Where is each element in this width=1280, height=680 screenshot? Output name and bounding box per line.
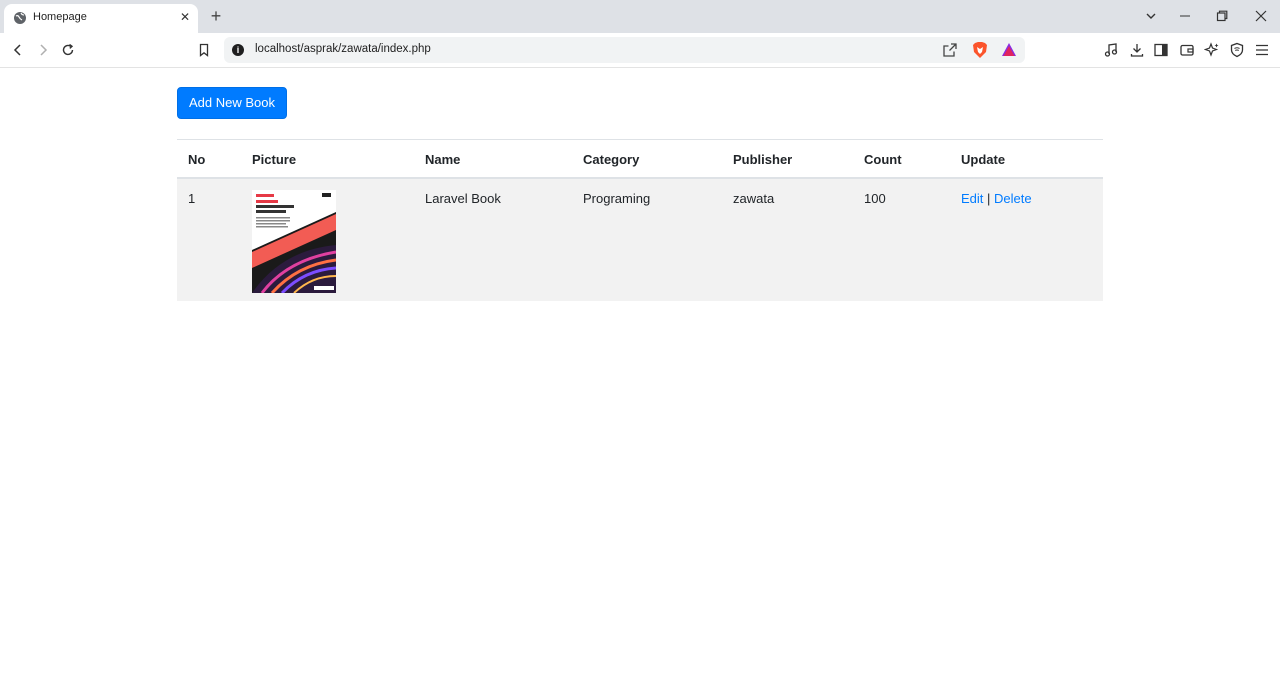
- back-icon[interactable]: [9, 41, 27, 59]
- site-info-icon[interactable]: i: [232, 44, 244, 56]
- cell-update: Edit | Delete: [961, 191, 1032, 206]
- cell-name: Laravel Book: [425, 191, 501, 206]
- cell-count: 100: [864, 191, 886, 206]
- reload-icon[interactable]: [59, 41, 77, 59]
- browser-toolbar: i localhost/asprak/zawata/index.php: [0, 33, 1280, 68]
- download-icon[interactable]: [1128, 41, 1146, 59]
- cell-no: 1: [188, 191, 196, 206]
- leo-ai-icon[interactable]: [1203, 41, 1221, 59]
- globe-icon: [13, 11, 27, 25]
- tab-search-icon[interactable]: [1141, 6, 1161, 26]
- delete-link[interactable]: Delete: [994, 191, 1032, 206]
- brave-rewards-icon[interactable]: [1001, 42, 1017, 58]
- header-picture: Picture: [252, 152, 297, 167]
- cell-category: Programing: [583, 191, 651, 206]
- sidebar-icon[interactable]: [1152, 41, 1170, 59]
- vpn-shield-icon[interactable]: [1228, 41, 1246, 59]
- close-tab-icon[interactable]: ✕: [179, 10, 191, 24]
- add-new-book-button[interactable]: Add New Book: [177, 87, 287, 119]
- header-no: No: [188, 152, 206, 167]
- cell-publisher: zawata: [733, 191, 775, 206]
- minimize-icon[interactable]: [1175, 6, 1195, 26]
- new-tab-button[interactable]: +: [208, 7, 224, 25]
- edit-link[interactable]: Edit: [961, 191, 983, 206]
- tab-title: Homepage: [33, 11, 87, 23]
- bookmark-icon[interactable]: [195, 41, 213, 59]
- address-bar[interactable]: i localhost/asprak/zawata/index.php: [224, 37, 1025, 63]
- header-category: Category: [583, 152, 640, 167]
- wallet-icon[interactable]: [1178, 41, 1196, 59]
- share-icon[interactable]: [942, 42, 958, 58]
- menu-icon[interactable]: [1253, 41, 1271, 59]
- header-publisher: Publisher: [733, 152, 793, 167]
- header-name: Name: [425, 152, 461, 167]
- close-window-icon[interactable]: [1251, 6, 1271, 26]
- table-header: No Picture Name Category Publisher Count…: [177, 139, 1103, 179]
- restore-icon[interactable]: [1212, 6, 1232, 26]
- books-table: No Picture Name Category Publisher Count…: [177, 139, 1103, 301]
- brave-shields-icon[interactable]: [972, 41, 988, 59]
- header-update: Update: [961, 152, 1006, 167]
- tab-bar: Homepage ✕ +: [0, 0, 1280, 33]
- address-url[interactable]: localhost/asprak/zawata/index.php: [255, 43, 431, 55]
- tab-homepage[interactable]: Homepage ✕: [4, 4, 198, 33]
- book-cover-image: [252, 190, 337, 295]
- media-icon[interactable]: [1102, 41, 1120, 59]
- table-row: 1 Laravel Book Programing zawata 100 Edi…: [177, 179, 1103, 301]
- link-separator: |: [987, 191, 991, 206]
- header-count: Count: [864, 152, 902, 167]
- forward-icon[interactable]: [34, 41, 52, 59]
